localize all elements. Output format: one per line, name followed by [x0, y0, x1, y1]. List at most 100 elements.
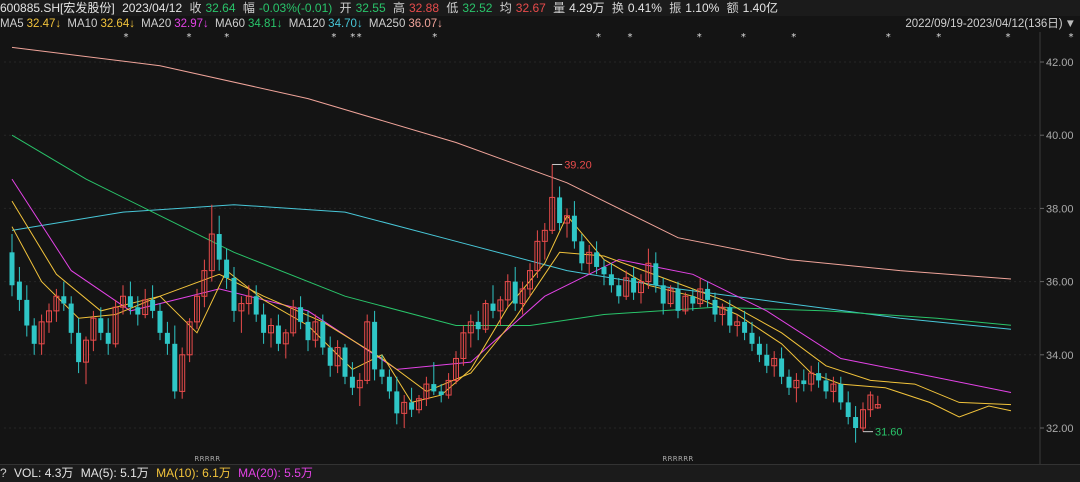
candle-body-down[interactable]: [127, 296, 133, 308]
candle-body-down[interactable]: [68, 303, 74, 333]
r-marker-icon: R: [688, 455, 693, 463]
ma250-label: MA250: [368, 18, 406, 30]
candle-body-down[interactable]: [394, 391, 400, 414]
candle-body-down[interactable]: [224, 259, 230, 278]
candle-body-down[interactable]: [16, 281, 22, 300]
candle-body-down[interactable]: [727, 307, 733, 326]
candle-body-down[interactable]: [579, 241, 585, 264]
candle-body-down[interactable]: [379, 369, 385, 377]
ma250-value: 36.07↓: [408, 18, 443, 30]
open-label: 开: [339, 1, 352, 15]
candle-body-down[interactable]: [779, 358, 785, 377]
turnover-label: 换: [611, 1, 624, 15]
vol-label: 量: [553, 1, 566, 15]
candle-body-down[interactable]: [853, 417, 859, 428]
candle-body-down[interactable]: [675, 288, 681, 311]
quote-header: 600885.SH[宏发股份] 2023/04/12 收 32.64 幅 -0.03…: [0, 0, 1080, 16]
candle-body-down[interactable]: [816, 373, 822, 381]
candle-body-down[interactable]: [712, 299, 718, 315]
candle-body-down[interactable]: [157, 310, 163, 333]
candle-body-down[interactable]: [801, 380, 807, 385]
candle-body-down[interactable]: [838, 384, 844, 403]
help-icon[interactable]: ?: [0, 466, 7, 480]
star-marker-icon: *: [331, 32, 336, 43]
candle-body-down[interactable]: [705, 288, 711, 300]
candle-body-down[interactable]: [298, 307, 304, 322]
ma60-label: MA60: [214, 18, 245, 30]
star-marker-icon: *: [886, 32, 891, 43]
candle-body-down[interactable]: [386, 376, 392, 392]
candle-body-down[interactable]: [305, 321, 311, 341]
high-price-label: 39.20: [564, 159, 592, 171]
star-marker-icon: *: [628, 32, 633, 43]
candle-body-down[interactable]: [601, 266, 607, 275]
star-marker-icon: *: [187, 32, 192, 43]
ma-line-ma60: [11, 134, 1012, 326]
high-value: 32.88: [409, 1, 440, 15]
candle-body-down[interactable]: [135, 307, 141, 315]
candle-body-down[interactable]: [409, 402, 415, 410]
candle-body-down[interactable]: [216, 234, 222, 260]
candle-body-down[interactable]: [261, 314, 267, 333]
candle-body-down[interactable]: [327, 347, 333, 366]
candle-body-down[interactable]: [616, 285, 622, 297]
candle-body-down[interactable]: [571, 215, 577, 242]
candle-body-down[interactable]: [764, 354, 770, 366]
star-marker-icon: *: [357, 32, 362, 43]
candle-body-down[interactable]: [24, 299, 30, 326]
candle-body-down[interactable]: [105, 332, 111, 344]
candle-body-down[interactable]: [490, 303, 496, 311]
candle-body-down[interactable]: [823, 380, 829, 392]
candle-body-down[interactable]: [349, 376, 355, 388]
candle-body-down[interactable]: [594, 252, 600, 267]
candle-body-down[interactable]: [431, 384, 437, 392]
candle-body-down[interactable]: [690, 296, 696, 304]
candlestick-chart[interactable]: 42.0040.0038.0036.0034.0032.00* * * * * * * * * *…: [0, 32, 1080, 464]
candle-body-down[interactable]: [756, 343, 762, 355]
candle-body-down[interactable]: [512, 281, 518, 304]
candle-body-down[interactable]: [342, 347, 348, 377]
ma10-value: 32.64↓: [100, 18, 135, 30]
candle-body-down[interactable]: [275, 325, 281, 344]
candle-body-down[interactable]: [172, 343, 178, 392]
candle-body-down[interactable]: [98, 318, 104, 333]
candle-body-down[interactable]: [76, 332, 82, 363]
dropdown-triangle-icon[interactable]: ▼: [1065, 18, 1076, 30]
candle-body-down[interactable]: [253, 296, 259, 315]
candle-body-down[interactable]: [150, 299, 156, 311]
date-range-selector[interactable]: 2022/09/19-2023/04/12(136日) ▼: [905, 16, 1076, 32]
symbol[interactable]: 600885.SH[宏发股份]: [0, 1, 115, 15]
candle-body-down[interactable]: [749, 332, 755, 344]
open-value: 32.55: [355, 1, 386, 15]
amount-label: 额: [726, 1, 739, 15]
close-value: 32.64: [205, 1, 236, 15]
candle-body-down[interactable]: [660, 285, 666, 304]
candle-body-down[interactable]: [475, 321, 481, 330]
candle-body-down[interactable]: [31, 325, 37, 344]
vol-ma5: MA(5): 5.1万: [80, 466, 149, 480]
date-range: 2022/09/19-2023/04/12(136日): [905, 18, 1063, 30]
amplitude-value: 1.10%: [685, 1, 720, 15]
candle-body-down[interactable]: [438, 391, 444, 396]
candle-body-down[interactable]: [372, 321, 378, 370]
amount-value: 1.40亿: [742, 1, 779, 15]
candle-body-down[interactable]: [786, 376, 792, 388]
candle-body-down[interactable]: [742, 321, 748, 333]
close-label: 收: [189, 1, 202, 15]
ma5-label: MA5: [0, 18, 24, 30]
star-marker-icon: *: [350, 32, 355, 43]
candle-body-down[interactable]: [9, 252, 15, 286]
candle-body-down[interactable]: [61, 296, 67, 304]
ma5-value: 32.47↓: [26, 18, 62, 30]
candle-body-down[interactable]: [653, 263, 659, 286]
candle-body-down[interactable]: [557, 197, 563, 224]
candle-body-down[interactable]: [631, 277, 637, 293]
candle-body-down[interactable]: [320, 321, 326, 348]
star-marker-icon: *: [936, 32, 941, 43]
candle-body-down[interactable]: [845, 402, 851, 418]
candle-body-down[interactable]: [231, 277, 237, 311]
star-marker-icon: *: [224, 32, 229, 43]
candle-body-down[interactable]: [164, 332, 170, 344]
y-tick-label: 40.00: [1046, 130, 1074, 142]
candle-body-down[interactable]: [608, 274, 614, 286]
